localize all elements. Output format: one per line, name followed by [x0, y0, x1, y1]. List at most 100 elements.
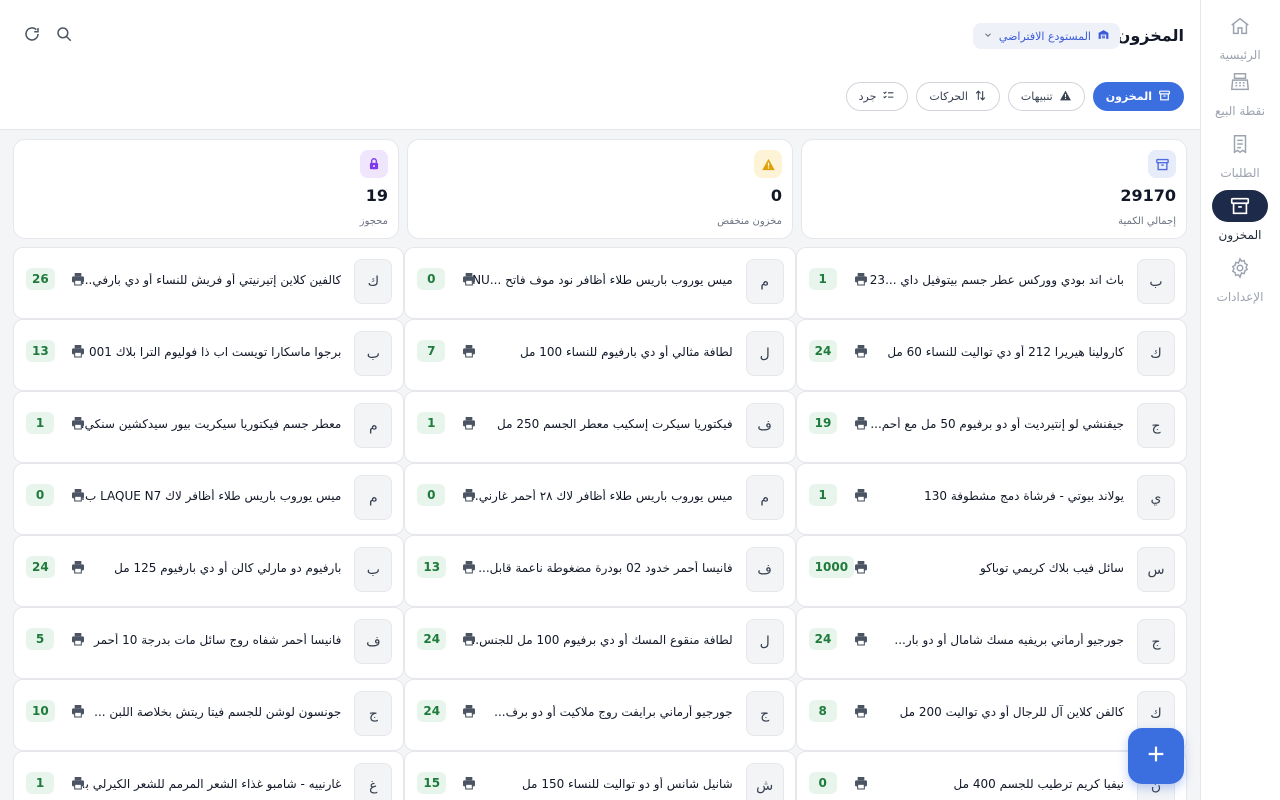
receipt-icon — [1212, 128, 1268, 160]
product-card[interactable]: م ميس يوروب باريس طلاء أظافر نود موف فاتح… — [404, 247, 796, 319]
print-label-button[interactable] — [68, 560, 88, 578]
page-title: المخزون — [1116, 26, 1184, 45]
product-name: جونسون لوشن للجسم فيتا ريتش بخلاصة اللبن… — [94, 705, 342, 719]
print-label-button[interactable] — [459, 632, 479, 650]
printer-icon — [853, 559, 869, 579]
printer-icon — [70, 631, 86, 651]
print-label-button[interactable] — [459, 488, 479, 506]
product-card[interactable]: ل لطافة منقوع المسك أو دي برفيوم 100 مل ل… — [404, 607, 796, 679]
print-label-button[interactable] — [459, 560, 479, 578]
refresh-button[interactable] — [22, 26, 42, 46]
print-label-button[interactable] — [851, 344, 871, 362]
search-button[interactable] — [54, 26, 74, 46]
print-label-button[interactable] — [68, 632, 88, 650]
printer-icon — [853, 631, 869, 651]
product-card[interactable]: ف فيكتوريا سيكرت إسكيب معطر الجسم 250 مل 1 — [404, 391, 796, 463]
product-card[interactable]: ف فانيسا أحمر خدود 02 بودرة مضغوطة ناعمة … — [404, 535, 796, 607]
product-avatar: ج — [354, 691, 393, 736]
print-label-button[interactable] — [68, 272, 88, 290]
print-label-button[interactable] — [459, 272, 479, 290]
chevron-down-icon — [983, 30, 993, 43]
product-name: جيفنشي لو إنتيرديت أو دو برفيوم 50 مل مع… — [870, 417, 1124, 431]
product-name: ميس يوروب باريس طلاء أظافر لاك LAQUE N7 … — [73, 489, 342, 503]
product-card[interactable]: ج جيفنشي لو إنتيرديت أو دو برفيوم 50 مل م… — [795, 391, 1187, 463]
print-label-button[interactable] — [459, 416, 479, 434]
quantity-badge: 1 — [417, 412, 446, 434]
quantity-badge: 0 — [417, 268, 446, 290]
sidebar-item-label: الرئيسية — [1219, 48, 1261, 62]
product-name: شانيل شانس أو دو تواليت للنساء 150 مل — [521, 777, 733, 791]
product-card[interactable]: ف فانيسا أحمر شفاه روج سائل مات بدرجة 10 … — [13, 607, 405, 679]
printer-icon — [70, 559, 86, 579]
product-card[interactable]: م معطر جسم فيكتوريا سيكريت بيور سيدكشين س… — [13, 391, 405, 463]
print-label-button[interactable] — [68, 488, 88, 506]
product-avatar: ج — [1137, 619, 1175, 664]
print-label-button[interactable] — [68, 704, 88, 722]
printer-icon — [853, 775, 869, 795]
print-label-button[interactable] — [459, 776, 479, 794]
product-card[interactable]: ج جورجيو أرماني برايفت روج ملاكيت أو دو ب… — [404, 679, 796, 751]
product-name: جورجيو أرماني بريفيه مسك شامال أو دو بار… — [894, 633, 1124, 647]
print-label-button[interactable] — [68, 416, 88, 434]
product-name: فيكتوريا سيكرت إسكيب معطر الجسم 250 مل — [497, 417, 733, 431]
product-card[interactable]: غ غارنييه - شامبو غذاء الشعر المرمم للشعر… — [13, 751, 405, 800]
archive-box-icon — [1212, 190, 1268, 222]
sidebar-item-home[interactable]: الرئيسية — [1212, 10, 1268, 62]
quantity-badge: 5 — [26, 628, 54, 650]
printer-icon — [853, 271, 869, 291]
print-label-button[interactable] — [851, 776, 871, 794]
product-avatar: س — [1137, 547, 1175, 592]
sidebar-item-orders[interactable]: الطلبات — [1212, 128, 1268, 180]
tab-movements[interactable]: الحركات — [916, 82, 1000, 111]
product-card[interactable]: ب بارفيوم دو مارلي كالن أو دي بارفيوم 125… — [13, 535, 405, 607]
stat-card-low-stock: 0 مخزون منخفض — [407, 139, 793, 239]
product-card[interactable]: م ميس يوروب باريس طلاء أظافر لاك LAQUE N7… — [13, 463, 405, 535]
product-card[interactable]: م ميس يوروب باريس طلاء أظافر لاك ٢٨ أحمر … — [404, 463, 796, 535]
product-name: ميس يوروب باريس طلاء أظافر لاك ٢٨ أحمر غ… — [467, 489, 733, 503]
warehouse-select[interactable]: المستودع الافتراضي — [972, 23, 1120, 49]
print-label-button[interactable] — [851, 272, 871, 290]
tab-stocktake[interactable]: جرد — [845, 82, 909, 111]
product-card[interactable]: ج جونسون لوشن للجسم فيتا ريتش بخلاصة اللب… — [13, 679, 405, 751]
home-icon — [1212, 10, 1268, 42]
warning-icon — [754, 150, 782, 178]
print-label-button[interactable] — [851, 488, 871, 506]
stat-label: إجمالي الكمية — [1118, 216, 1176, 227]
print-label-button[interactable] — [68, 344, 88, 362]
tab-inventory[interactable]: المخزون — [1092, 82, 1184, 111]
product-card[interactable]: ج جورجيو أرماني بريفيه مسك شامال أو دو با… — [795, 607, 1187, 679]
product-avatar: م — [354, 475, 393, 520]
quantity-badge: 1 — [808, 484, 837, 506]
product-name: كالفين كلاين إتيرنيتي أو فريش للنساء أو … — [80, 273, 342, 287]
product-card[interactable]: ك كارولينا هيريرا 212 أو دي تواليت للنساء… — [795, 319, 1187, 391]
add-product-button[interactable] — [1128, 728, 1184, 784]
product-card[interactable]: ل لطافة مثالي أو دي بارفيوم للنساء 100 مل… — [404, 319, 796, 391]
print-label-button[interactable] — [68, 776, 88, 794]
product-card[interactable]: ب برجوا ماسكارا تويست اب ذا فوليوم الترا … — [13, 319, 405, 391]
sidebar-item-label: الإعدادات — [1216, 290, 1264, 304]
printer-icon — [461, 487, 477, 507]
sidebar-item-settings[interactable]: الإعدادات — [1212, 252, 1268, 304]
product-card[interactable]: ش شانيل شانس أو دو تواليت للنساء 150 مل 15 — [404, 751, 796, 800]
quantity-badge: 26 — [26, 268, 55, 290]
sidebar-item-pos[interactable]: نقطة البيع — [1212, 66, 1268, 118]
product-card[interactable]: ب باث اند بودي ووركس عطر جسم بيتوفيل داي … — [795, 247, 1187, 319]
print-label-button[interactable] — [851, 416, 871, 434]
product-name: معطر جسم فيكتوريا سيكريت بيور سيدكشين سن… — [73, 417, 342, 431]
stat-value: 29170 — [1120, 186, 1176, 205]
product-avatar: ج — [745, 691, 784, 736]
product-name: نيفيا كريم ترطيب للجسم 400 مل — [953, 777, 1124, 791]
print-label-button[interactable] — [459, 344, 479, 362]
print-label-button[interactable] — [459, 704, 479, 722]
product-card[interactable]: ي يولاند بيوتي - فرشاة دمج مشطوفة 130 1 — [795, 463, 1187, 535]
product-name: يولاند بيوتي - فرشاة دمج مشطوفة 130 — [924, 489, 1124, 503]
refresh-icon — [23, 25, 41, 47]
product-card[interactable]: ك كالفين كلاين إتيرنيتي أو فريش للنساء أو… — [13, 247, 405, 319]
tab-alerts[interactable]: تنبيهات — [1007, 82, 1085, 111]
sidebar-item-label: نقطة البيع — [1214, 104, 1266, 118]
product-name: لطافة منقوع المسك أو دي برفيوم 100 مل لل… — [467, 633, 733, 647]
print-label-button[interactable] — [851, 632, 871, 650]
print-label-button[interactable] — [851, 704, 871, 722]
sidebar-item-inventory[interactable]: المخزون — [1212, 190, 1268, 242]
product-card[interactable]: س سائل فيب بلاك كريمي توباكو 1000 — [795, 535, 1187, 607]
